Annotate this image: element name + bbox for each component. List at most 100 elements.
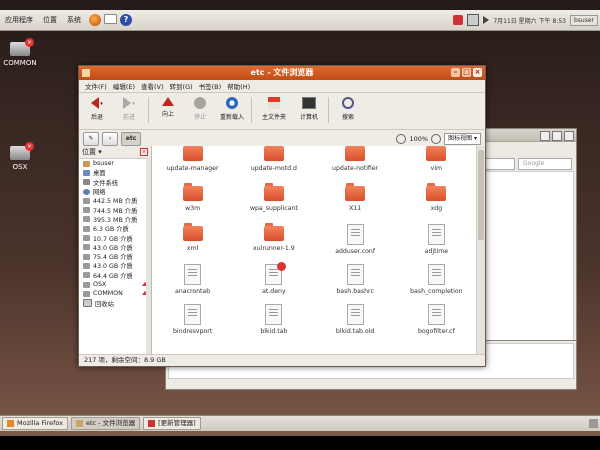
close-icon[interactable]: × (473, 68, 482, 77)
path-segment-etc[interactable]: etc (121, 132, 141, 146)
user-switcher[interactable]: bsuser (569, 14, 598, 26)
sidebar-scrollbar[interactable] (146, 158, 151, 355)
folder-icon[interactable] (82, 69, 90, 77)
zoom-in-icon[interactable] (431, 134, 442, 144)
file-item[interactable]: adjtime (396, 220, 477, 260)
text-file-icon (346, 224, 364, 245)
computer-button[interactable]: 计算机 (295, 95, 323, 121)
folder-item[interactable]: xdg (396, 180, 477, 220)
sidebar-item[interactable]: 75.4 GB 介质 (79, 252, 151, 261)
firefox-icon[interactable] (89, 14, 101, 26)
clock[interactable]: 7月11日 星期六 下午 8:53 (493, 16, 566, 25)
minimize-icon[interactable] (540, 131, 550, 141)
network-icon (83, 188, 90, 195)
folder-item[interactable]: wpa_supplicant (233, 180, 314, 220)
file-item[interactable]: anacrontab (152, 260, 233, 300)
file-item[interactable]: bogofilter.cf (396, 300, 477, 340)
file-item[interactable]: at.deny (233, 260, 314, 300)
menu-system[interactable]: 系统 (62, 15, 86, 25)
sidebar-item[interactable]: bsuser (79, 159, 151, 168)
view-mode-select[interactable]: 图标视图 ▾ (444, 133, 481, 145)
folder-item[interactable]: update-notifier (315, 146, 396, 180)
file-item[interactable]: bash_completion (396, 260, 477, 300)
task-update-manager[interactable]: [更新管理器] (143, 417, 201, 430)
file-item[interactable]: bash.bashrc (315, 260, 396, 300)
task-firefox[interactable]: Mozilla Firefox (2, 417, 68, 430)
zoom-level[interactable]: 100% (409, 135, 428, 143)
file-item[interactable]: bindresvport (152, 300, 233, 340)
drive-icon (83, 253, 90, 260)
file-item[interactable]: blkid.tab (233, 300, 314, 340)
sidebar-item[interactable]: 10.7 GB 介质 (79, 233, 151, 243)
volume-icon[interactable] (483, 16, 490, 24)
stop-button[interactable]: 停止 (186, 95, 214, 121)
menu-view[interactable]: 查看(V) (141, 81, 164, 91)
folder-item[interactable]: vim (396, 146, 477, 180)
sidebar-item[interactable]: 43.0 GB 介质 (79, 261, 151, 270)
sidebar-item[interactable]: 442.5 MB 介质 (79, 196, 151, 205)
update-notifier-icon[interactable] (453, 15, 464, 25)
file-item[interactable]: adduser.conf (315, 220, 396, 260)
help-icon[interactable]: ? (120, 14, 132, 26)
task-file-browser[interactable]: etc - 文件浏览器 (70, 417, 141, 430)
reload-button[interactable]: 重新载入 (218, 95, 246, 121)
menu-file[interactable]: 文件(F) (85, 81, 107, 91)
sidebar-item[interactable]: 回收站 (79, 298, 151, 308)
folder-item[interactable]: X11 (315, 180, 396, 220)
maximize-icon[interactable]: □ (462, 68, 471, 77)
sidebar-item[interactable]: 64.4 GB 介质 (79, 271, 151, 280)
sidebar-item[interactable]: 6.3 GB 介质 (79, 224, 151, 233)
zoom-out-icon[interactable] (396, 134, 407, 144)
window-titlebar[interactable]: etc - 文件浏览器 – □ × (79, 66, 485, 80)
maximize-icon[interactable] (552, 131, 562, 141)
menu-applications[interactable]: 应用程序 (0, 15, 38, 25)
search-field[interactable]: Google (518, 158, 572, 170)
menu-edit[interactable]: 编辑(E) (113, 81, 135, 91)
sidebar-item[interactable]: 网络 (79, 187, 151, 196)
sidebar-item[interactable]: OSX (79, 280, 151, 289)
file-name: update-motd.d (250, 165, 297, 172)
trash-icon[interactable] (589, 419, 598, 428)
close-icon[interactable] (564, 131, 574, 141)
folder-item[interactable]: w3m (152, 180, 233, 220)
file-item[interactable]: blkid.tab.old (315, 300, 396, 340)
sidebar-item[interactable]: 395.3 MB 介质 (79, 215, 151, 224)
menu-help[interactable]: 帮助(H) (227, 81, 250, 91)
sidebar-item-label: 6.3 GB 介质 (93, 226, 129, 234)
scrollbar-thumb[interactable] (478, 150, 484, 240)
desktop-icon-osx[interactable]: × OSX (0, 142, 45, 171)
sidebar-header[interactable]: 位置 ▾ × (79, 146, 151, 159)
toolbar: ▾ 后退 ▾ 前进 向上 停止 重新载入 主文件夹 计算机 搜索 (79, 93, 485, 130)
grid-scrollbar[interactable] (476, 146, 485, 355)
network-icon[interactable] (467, 14, 480, 26)
folder-item[interactable]: update-manager (152, 146, 233, 180)
home-button[interactable]: 主文件夹 (257, 95, 291, 121)
file-name: at.deny (262, 288, 286, 295)
forward-button[interactable]: ▾ 前进 (115, 95, 143, 121)
edit-location-button[interactable]: ✎ (83, 132, 99, 146)
computer-label: 计算机 (299, 114, 318, 121)
file-name: bogofilter.cf (417, 328, 455, 335)
folder-item[interactable]: xulrunner-1.9 (233, 220, 314, 260)
folder-icon (263, 183, 284, 201)
menu-go[interactable]: 转到(G) (170, 81, 193, 91)
menu-bookmarks[interactable]: 书签(B) (199, 81, 222, 91)
mail-icon[interactable] (104, 14, 117, 24)
sidebar-item[interactable]: 43.0 GB 介质 (79, 243, 151, 252)
search-icon (342, 97, 354, 109)
folder-item[interactable]: xml (152, 220, 233, 260)
up-button[interactable]: 向上 (154, 95, 182, 118)
desktop-icon-common[interactable]: × COMMON (0, 38, 45, 67)
menu-places[interactable]: 位置 (38, 15, 62, 25)
status-bar: 217 项，剩余空间：8.9 GB (79, 354, 485, 366)
search-button[interactable]: 搜索 (334, 95, 362, 121)
sidebar-item[interactable]: COMMON (79, 289, 151, 298)
back-button[interactable]: ▾ 后退 (83, 95, 111, 121)
sidebar-item[interactable]: 桌面 (79, 168, 151, 177)
close-icon[interactable]: × (140, 148, 148, 156)
sidebar-item[interactable]: 744.5 MB 介质 (79, 205, 151, 215)
minimize-icon[interactable]: – (451, 68, 460, 77)
path-left-button[interactable]: ‹ (102, 132, 118, 146)
folder-item[interactable]: update-motd.d (233, 146, 314, 180)
sidebar-item[interactable]: 文件系统 (79, 178, 151, 187)
